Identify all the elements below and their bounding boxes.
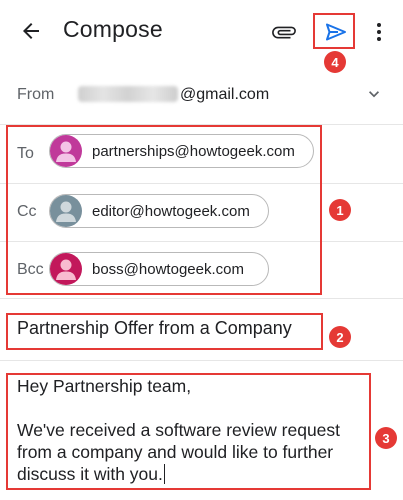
from-email-domain: @gmail.com xyxy=(180,86,270,103)
message-body[interactable]: Hey Partnership team, We've received a s… xyxy=(17,375,372,485)
to-label: To xyxy=(17,145,34,162)
body-paragraph: We've received a software review request… xyxy=(17,419,372,485)
person-icon xyxy=(56,259,76,280)
bcc-label: Bcc xyxy=(17,261,44,278)
annotation-badge-3: 3 xyxy=(375,427,397,449)
recipient-chip-cc[interactable]: editor@howtogeek.com xyxy=(49,194,269,228)
recipient-email: editor@howtogeek.com xyxy=(92,202,250,220)
send-icon xyxy=(326,23,346,41)
subject-field[interactable]: Partnership Offer from a Company xyxy=(17,318,292,339)
annotation-badge-4: 4 xyxy=(324,51,346,73)
recipient-chip-to[interactable]: partnerships@howtogeek.com xyxy=(49,134,314,168)
arrow-back-icon xyxy=(23,23,39,39)
more-options-button[interactable] xyxy=(365,18,393,46)
body-greeting: Hey Partnership team, xyxy=(17,376,192,396)
person-icon xyxy=(56,141,76,162)
text-cursor xyxy=(163,464,166,484)
redacted-email-username xyxy=(78,86,178,102)
send-button[interactable] xyxy=(322,18,350,46)
more-vert-icon xyxy=(377,23,381,41)
annotation-badge-2: 2 xyxy=(329,326,351,348)
cc-label: Cc xyxy=(17,203,37,220)
paperclip-icon xyxy=(272,26,296,39)
recipient-email: partnerships@howtogeek.com xyxy=(92,142,295,160)
avatar xyxy=(50,135,82,167)
chevron-down-icon[interactable] xyxy=(364,84,384,104)
recipient-email: boss@howtogeek.com xyxy=(92,260,244,278)
avatar xyxy=(50,195,82,227)
annotation-badge-1: 1 xyxy=(329,199,351,221)
back-button[interactable] xyxy=(18,18,44,44)
attach-button[interactable] xyxy=(270,18,298,46)
from-label: From xyxy=(17,86,55,103)
page-title: Compose xyxy=(63,16,163,42)
recipient-chip-bcc[interactable]: boss@howtogeek.com xyxy=(49,252,269,286)
person-icon xyxy=(56,201,76,222)
avatar xyxy=(50,253,82,285)
body-paragraph-text: We've received a software review request… xyxy=(17,420,341,484)
